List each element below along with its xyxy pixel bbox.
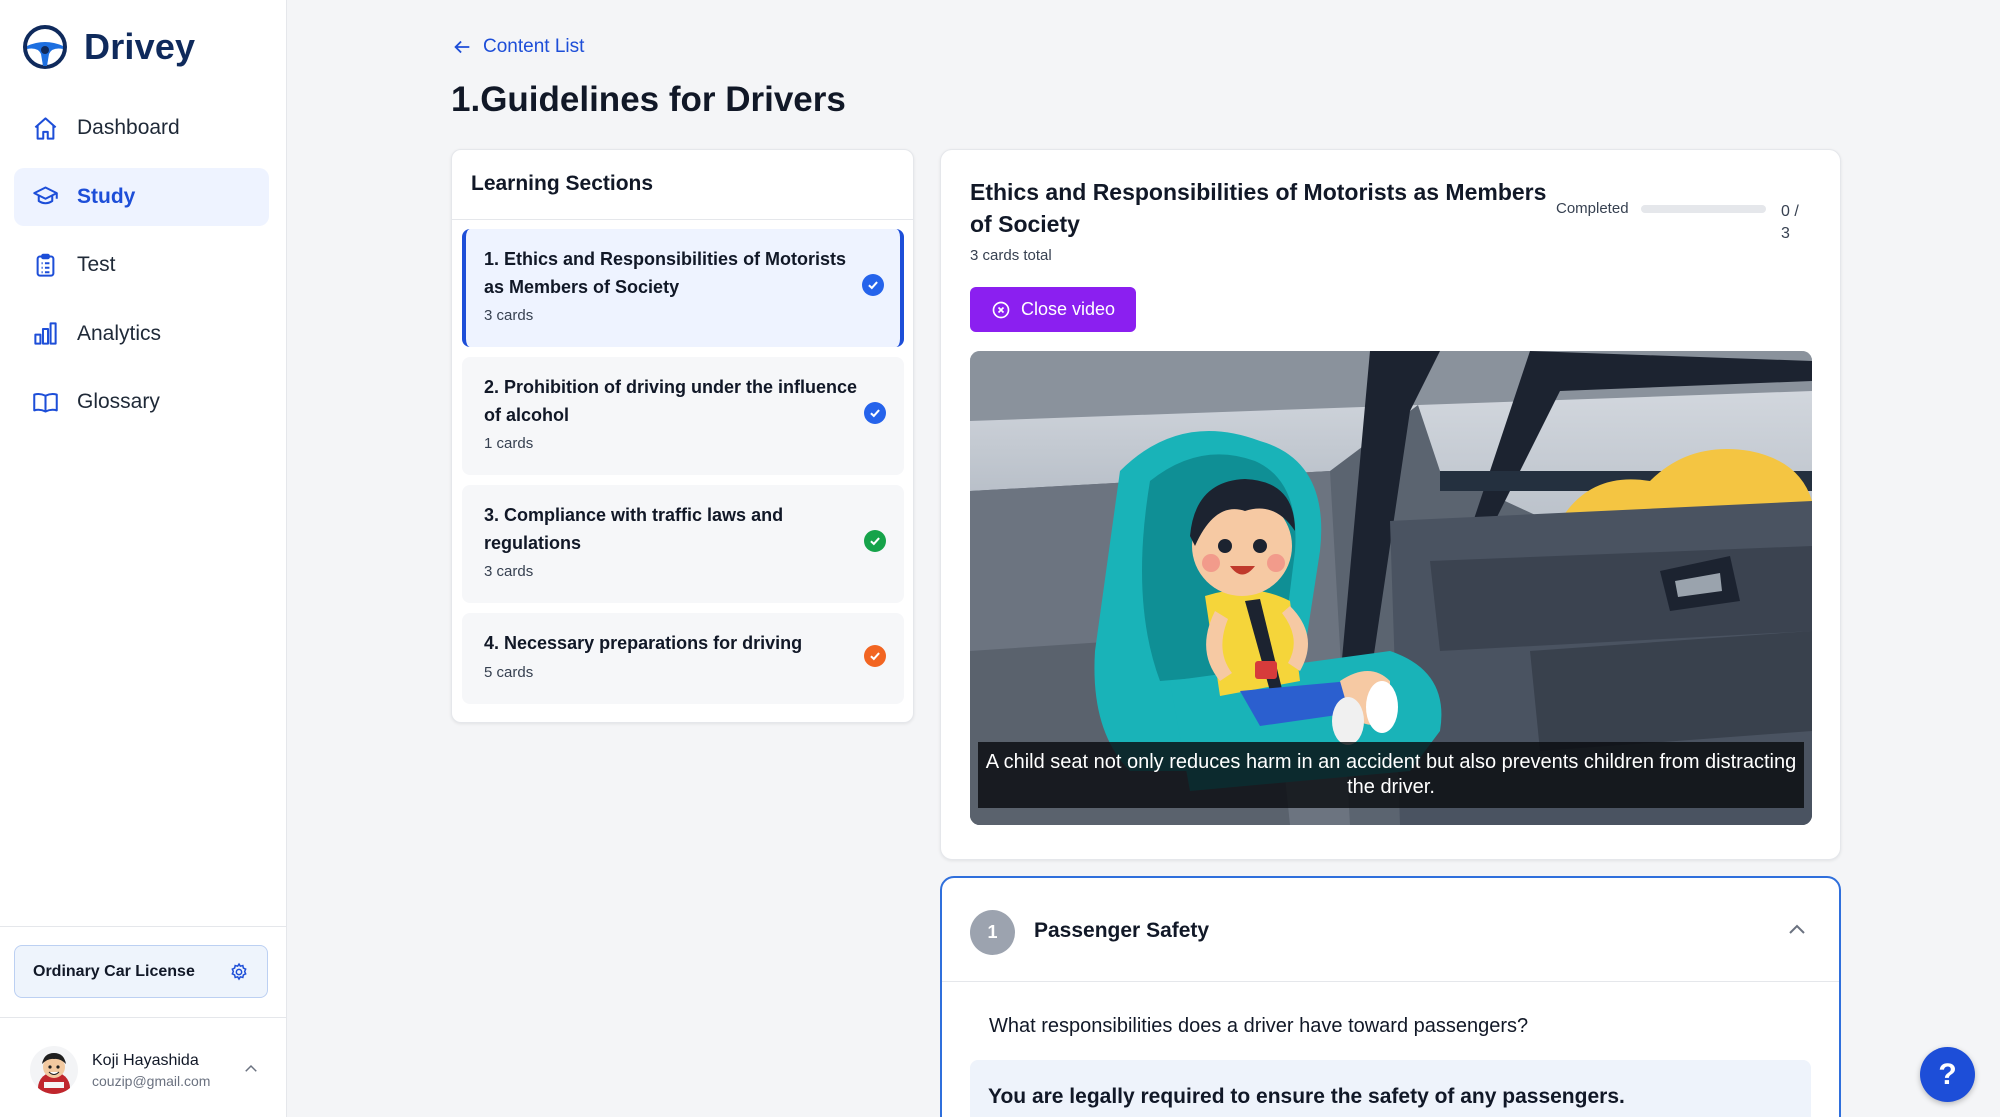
- close-video-button[interactable]: Close video: [970, 287, 1136, 332]
- completed-check-icon: [864, 645, 886, 667]
- card-question: What responsibilities does a driver have…: [989, 1015, 1529, 1037]
- bar-chart-icon: [34, 322, 57, 345]
- chevron-up-icon[interactable]: [1785, 918, 1809, 942]
- license-selector[interactable]: Ordinary Car License: [14, 945, 268, 998]
- nav-item-glossary[interactable]: Glossary: [14, 373, 269, 431]
- home-icon: [34, 116, 57, 140]
- page-title: 1.Guidelines for Drivers: [451, 80, 846, 119]
- brand[interactable]: Drivey: [22, 24, 195, 70]
- nav-label: Analytics: [77, 321, 162, 345]
- user-email: couzip@gmail.com: [92, 1072, 211, 1089]
- card-title: Passenger Safety: [1034, 919, 1210, 942]
- progress-count: 0 / 3: [1781, 203, 1799, 242]
- nav-label: Dashboard: [77, 116, 180, 139]
- section-item-1[interactable]: 1. Ethics and Responsibilities of Motori…: [462, 229, 904, 347]
- help-button[interactable]: ?: [1920, 1047, 1975, 1102]
- detail-title: Ethics and Responsibilities of Motorists…: [970, 179, 1547, 237]
- progress-bar: [1640, 204, 1766, 213]
- arrow-left-icon: [454, 40, 470, 54]
- nav-item-test[interactable]: Test: [14, 236, 269, 294]
- nav-label: Test: [77, 253, 116, 276]
- license-area: Ordinary Car License: [0, 926, 287, 1018]
- gear-icon[interactable]: [229, 962, 249, 982]
- avatar: [30, 1046, 78, 1094]
- section-title: 2. Prohibition of driving under the infl…: [484, 377, 858, 425]
- completed-check-icon: [864, 530, 886, 552]
- section-count: 1 cards: [484, 435, 534, 452]
- license-label: Ordinary Car License: [33, 962, 195, 980]
- close-video-label: Close video: [1020, 299, 1116, 319]
- card-header[interactable]: 1 Passenger Safety: [942, 878, 1839, 982]
- chevron-up-icon[interactable]: [242, 1060, 260, 1078]
- user-profile[interactable]: Koji Hayashida couzip@gmail.com: [30, 1046, 260, 1094]
- sidebar: Drivey Dashboard Study Test Analytics Gl…: [0, 0, 287, 1117]
- video-caption: A child seat not only reduces harm in an…: [978, 742, 1804, 808]
- completed-check-icon: [862, 274, 884, 296]
- section-item-4[interactable]: 4. Necessary preparations for driving 5 …: [462, 613, 904, 704]
- nav-label: Glossary: [77, 390, 160, 413]
- section-count: 3 cards: [484, 563, 534, 580]
- section-count: 5 cards: [484, 664, 534, 681]
- close-circle-icon: [992, 301, 1010, 318]
- learning-sections-heading: Learning Sections: [452, 150, 913, 220]
- graduation-cap-icon: [33, 186, 58, 205]
- card-answer: You are legally required to ensure the s…: [970, 1060, 1811, 1117]
- section-title: 4. Necessary preparations for driving: [484, 633, 803, 653]
- video-player[interactable]: A child seat not only reduces harm in an…: [970, 351, 1812, 825]
- completed-check-icon: [864, 402, 886, 424]
- card-number-badge: 1: [970, 910, 1015, 955]
- main-nav: Dashboard Study Test Analytics Glossary: [14, 99, 269, 442]
- section-item-3[interactable]: 3. Compliance with traffic laws and regu…: [462, 485, 904, 603]
- nav-label: Study: [77, 184, 136, 208]
- section-title: 1. Ethics and Responsibilities of Motori…: [484, 249, 847, 297]
- nav-item-study[interactable]: Study: [14, 167, 269, 226]
- flash-card: 1 Passenger Safety What responsibilities…: [940, 876, 1841, 1117]
- completion-progress: Completed: [1556, 200, 1766, 217]
- back-link-label: Content List: [483, 36, 585, 57]
- progress-label: Completed: [1556, 200, 1629, 217]
- clipboard-icon: [36, 253, 55, 277]
- section-title: 3. Compliance with traffic laws and regu…: [484, 505, 784, 553]
- book-open-icon: [33, 392, 58, 413]
- detail-card-total: 3 cards total: [970, 247, 1052, 264]
- nav-item-analytics[interactable]: Analytics: [14, 305, 269, 363]
- nav-item-dashboard[interactable]: Dashboard: [14, 99, 269, 157]
- section-count: 3 cards: [484, 307, 534, 324]
- user-name: Koji Hayashida: [92, 1051, 199, 1069]
- brand-name: Drivey: [84, 26, 196, 67]
- section-detail-panel: Ethics and Responsibilities of Motorists…: [940, 149, 1841, 860]
- steering-wheel-icon: [23, 25, 67, 69]
- learning-sections-panel: Learning Sections 1. Ethics and Responsi…: [451, 149, 914, 723]
- section-item-2[interactable]: 2. Prohibition of driving under the infl…: [462, 357, 904, 475]
- back-to-content-list[interactable]: Content List: [451, 36, 584, 58]
